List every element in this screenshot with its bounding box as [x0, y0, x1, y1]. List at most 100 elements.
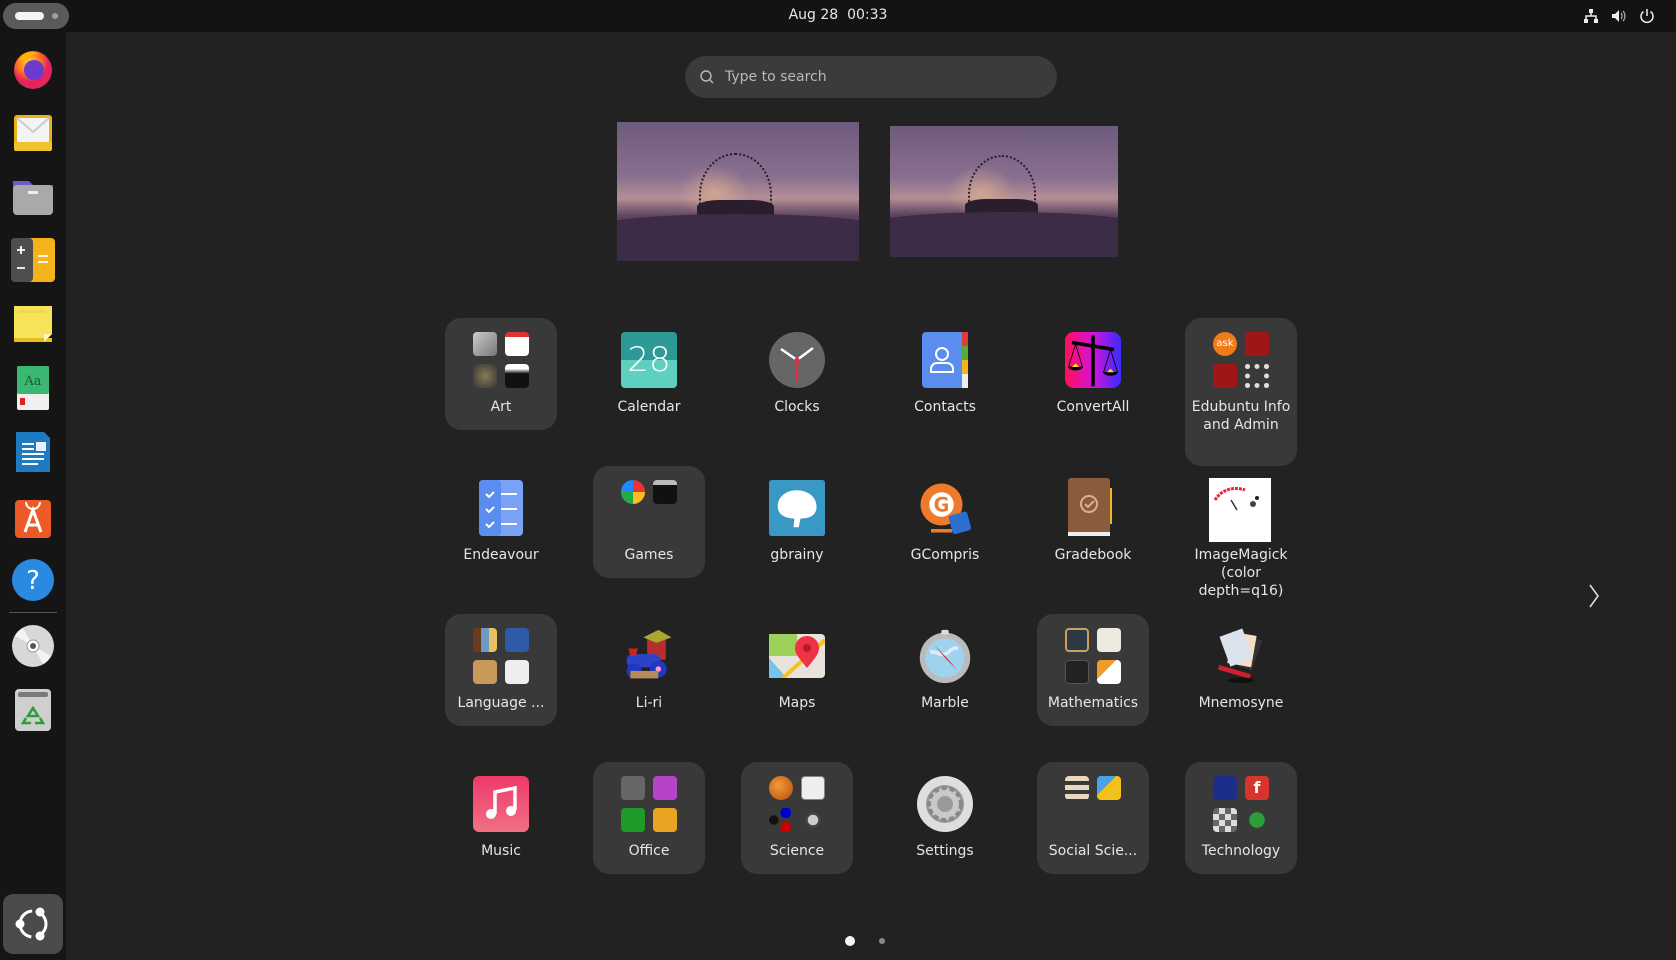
app-label: Social Scie... [1048, 843, 1138, 859]
gear-science-icon [801, 808, 825, 832]
top-bar: Aug 28 00:33 [0, 0, 1676, 32]
network-icon[interactable] [1582, 7, 1600, 25]
map-pin-icon [769, 628, 825, 684]
dock-firefox[interactable] [9, 44, 57, 92]
writing-icon [505, 660, 529, 684]
science-window-icon [801, 776, 825, 800]
next-page-arrow-icon[interactable] [1585, 582, 1603, 610]
apps-grid-icon [1245, 364, 1269, 388]
app-settings[interactable]: Settings [889, 762, 1001, 874]
sticky-note-icon [14, 306, 52, 342]
app-maps[interactable]: Maps [741, 614, 853, 726]
folder-preview: f [1213, 776, 1269, 832]
app-folder-language[interactable]: Language ... [445, 614, 557, 726]
molecule-icon [769, 808, 793, 832]
dock-separator [9, 612, 57, 613]
dock-mail[interactable] [9, 108, 57, 156]
flash-icon: f [1245, 776, 1269, 800]
app-calendar[interactable]: 28 Calendar [593, 318, 705, 430]
dock-writer[interactable] [9, 428, 57, 476]
workspace-indicator-active [15, 12, 44, 20]
system-tray[interactable] [1582, 7, 1656, 25]
dock-disc[interactable] [9, 622, 57, 670]
app-folder-mathematics[interactable]: Mathematics [1037, 614, 1149, 726]
help-icon: ? [12, 559, 54, 601]
search-icon [700, 70, 714, 84]
page-indicator [845, 936, 885, 946]
app-marble[interactable]: Marble [889, 614, 1001, 726]
books-icon [473, 628, 497, 652]
app-folder-technology[interactable]: f Technology [1185, 762, 1297, 874]
workspace-thumbnail-2[interactable] [890, 126, 1118, 257]
search-bar[interactable] [685, 56, 1057, 98]
gradebook-icon [1065, 478, 1121, 536]
folder-preview [621, 776, 677, 832]
app-contacts[interactable]: Contacts [889, 318, 1001, 430]
app-label: ConvertAll [1056, 399, 1130, 415]
search-input[interactable] [725, 56, 1045, 98]
app-clocks[interactable]: Clocks [741, 318, 853, 430]
dock-dictionary[interactable]: Aa [9, 364, 57, 412]
app-label: ImageMagick (color depth=q16) [1194, 547, 1288, 599]
app-gradebook[interactable]: Gradebook [1037, 466, 1149, 578]
app-label: Office [628, 843, 670, 859]
folder-preview [473, 332, 529, 388]
date-time[interactable]: Aug 28 00:33 [789, 7, 888, 23]
page-dot-2[interactable] [879, 938, 885, 944]
dock-help[interactable]: ? [9, 556, 57, 604]
keyboard-icon [1213, 808, 1237, 832]
app-folder-social-science[interactable]: Social Scie... [1037, 762, 1149, 874]
app-gcompris[interactable]: G GCompris [889, 466, 1001, 578]
app-folder-edubuntu-info-admin[interactable]: ask Edubuntu Info and Admin [1185, 318, 1297, 466]
gcompris-icon: G [917, 480, 973, 536]
app-label: GCompris [910, 547, 980, 563]
app-folder-science[interactable]: Science [741, 762, 853, 874]
app-endeavour[interactable]: Endeavour [445, 466, 557, 578]
app-folder-art[interactable]: Art [445, 318, 557, 430]
dictionary-tool-icon [505, 628, 529, 652]
dock-files[interactable] [9, 172, 57, 220]
app-label: Mnemosyne [1198, 695, 1284, 711]
folder-preview [473, 628, 529, 684]
app-label: gbrainy [770, 547, 824, 563]
page-dot-1-active[interactable] [845, 936, 855, 946]
dock-trash[interactable] [9, 686, 57, 734]
app-label: Music [481, 843, 521, 859]
dock-app-center[interactable] [9, 492, 57, 540]
tree-diagram-icon [1065, 776, 1089, 800]
volume-icon[interactable] [1610, 7, 1628, 25]
clock-area: Aug 28 00:33 [0, 0, 1676, 32]
app-mnemosyne[interactable]: Mnemosyne [1185, 614, 1297, 726]
ubuntu-logo-icon [15, 907, 48, 941]
folder-preview: ask [1213, 332, 1269, 388]
show-apps-button[interactable] [3, 894, 63, 954]
workspace-indicator [52, 13, 58, 19]
dock-calculator[interactable] [9, 236, 57, 284]
app-folder-office[interactable]: Office [593, 762, 705, 874]
app-label: Mathematics [1047, 695, 1139, 711]
gimp-icon [473, 364, 497, 388]
app-label: Art [490, 399, 512, 415]
folder-preview [1065, 628, 1121, 684]
app-gbrainy[interactable]: gbrainy [741, 466, 853, 578]
workspace-thumbnail-1[interactable] [617, 122, 859, 261]
folder-preview [621, 480, 677, 536]
map-image-icon [1097, 776, 1121, 800]
app-li-ri[interactable]: Li-ri [593, 614, 705, 726]
brain-icon [769, 480, 825, 536]
app-music[interactable]: Music [445, 762, 557, 874]
app-imagemagick[interactable]: ImageMagick (color depth=q16) [1185, 466, 1297, 614]
app-convertall[interactable]: ConvertAll [1037, 318, 1149, 430]
activities-button[interactable] [3, 3, 69, 29]
dock-notes[interactable] [9, 300, 57, 348]
app-label: Edubuntu Info and Admin [1191, 399, 1291, 433]
firefox-icon [14, 51, 52, 89]
folder-icon [13, 181, 53, 215]
app-folder-games[interactable]: Games [593, 466, 705, 578]
power-icon[interactable] [1638, 7, 1656, 25]
app-label: Calendar [617, 399, 681, 415]
clock-icon [769, 332, 825, 388]
lo-draw-icon [621, 776, 645, 800]
sqrt-board-icon [1065, 628, 1089, 652]
app-label: Li-ri [635, 695, 663, 711]
